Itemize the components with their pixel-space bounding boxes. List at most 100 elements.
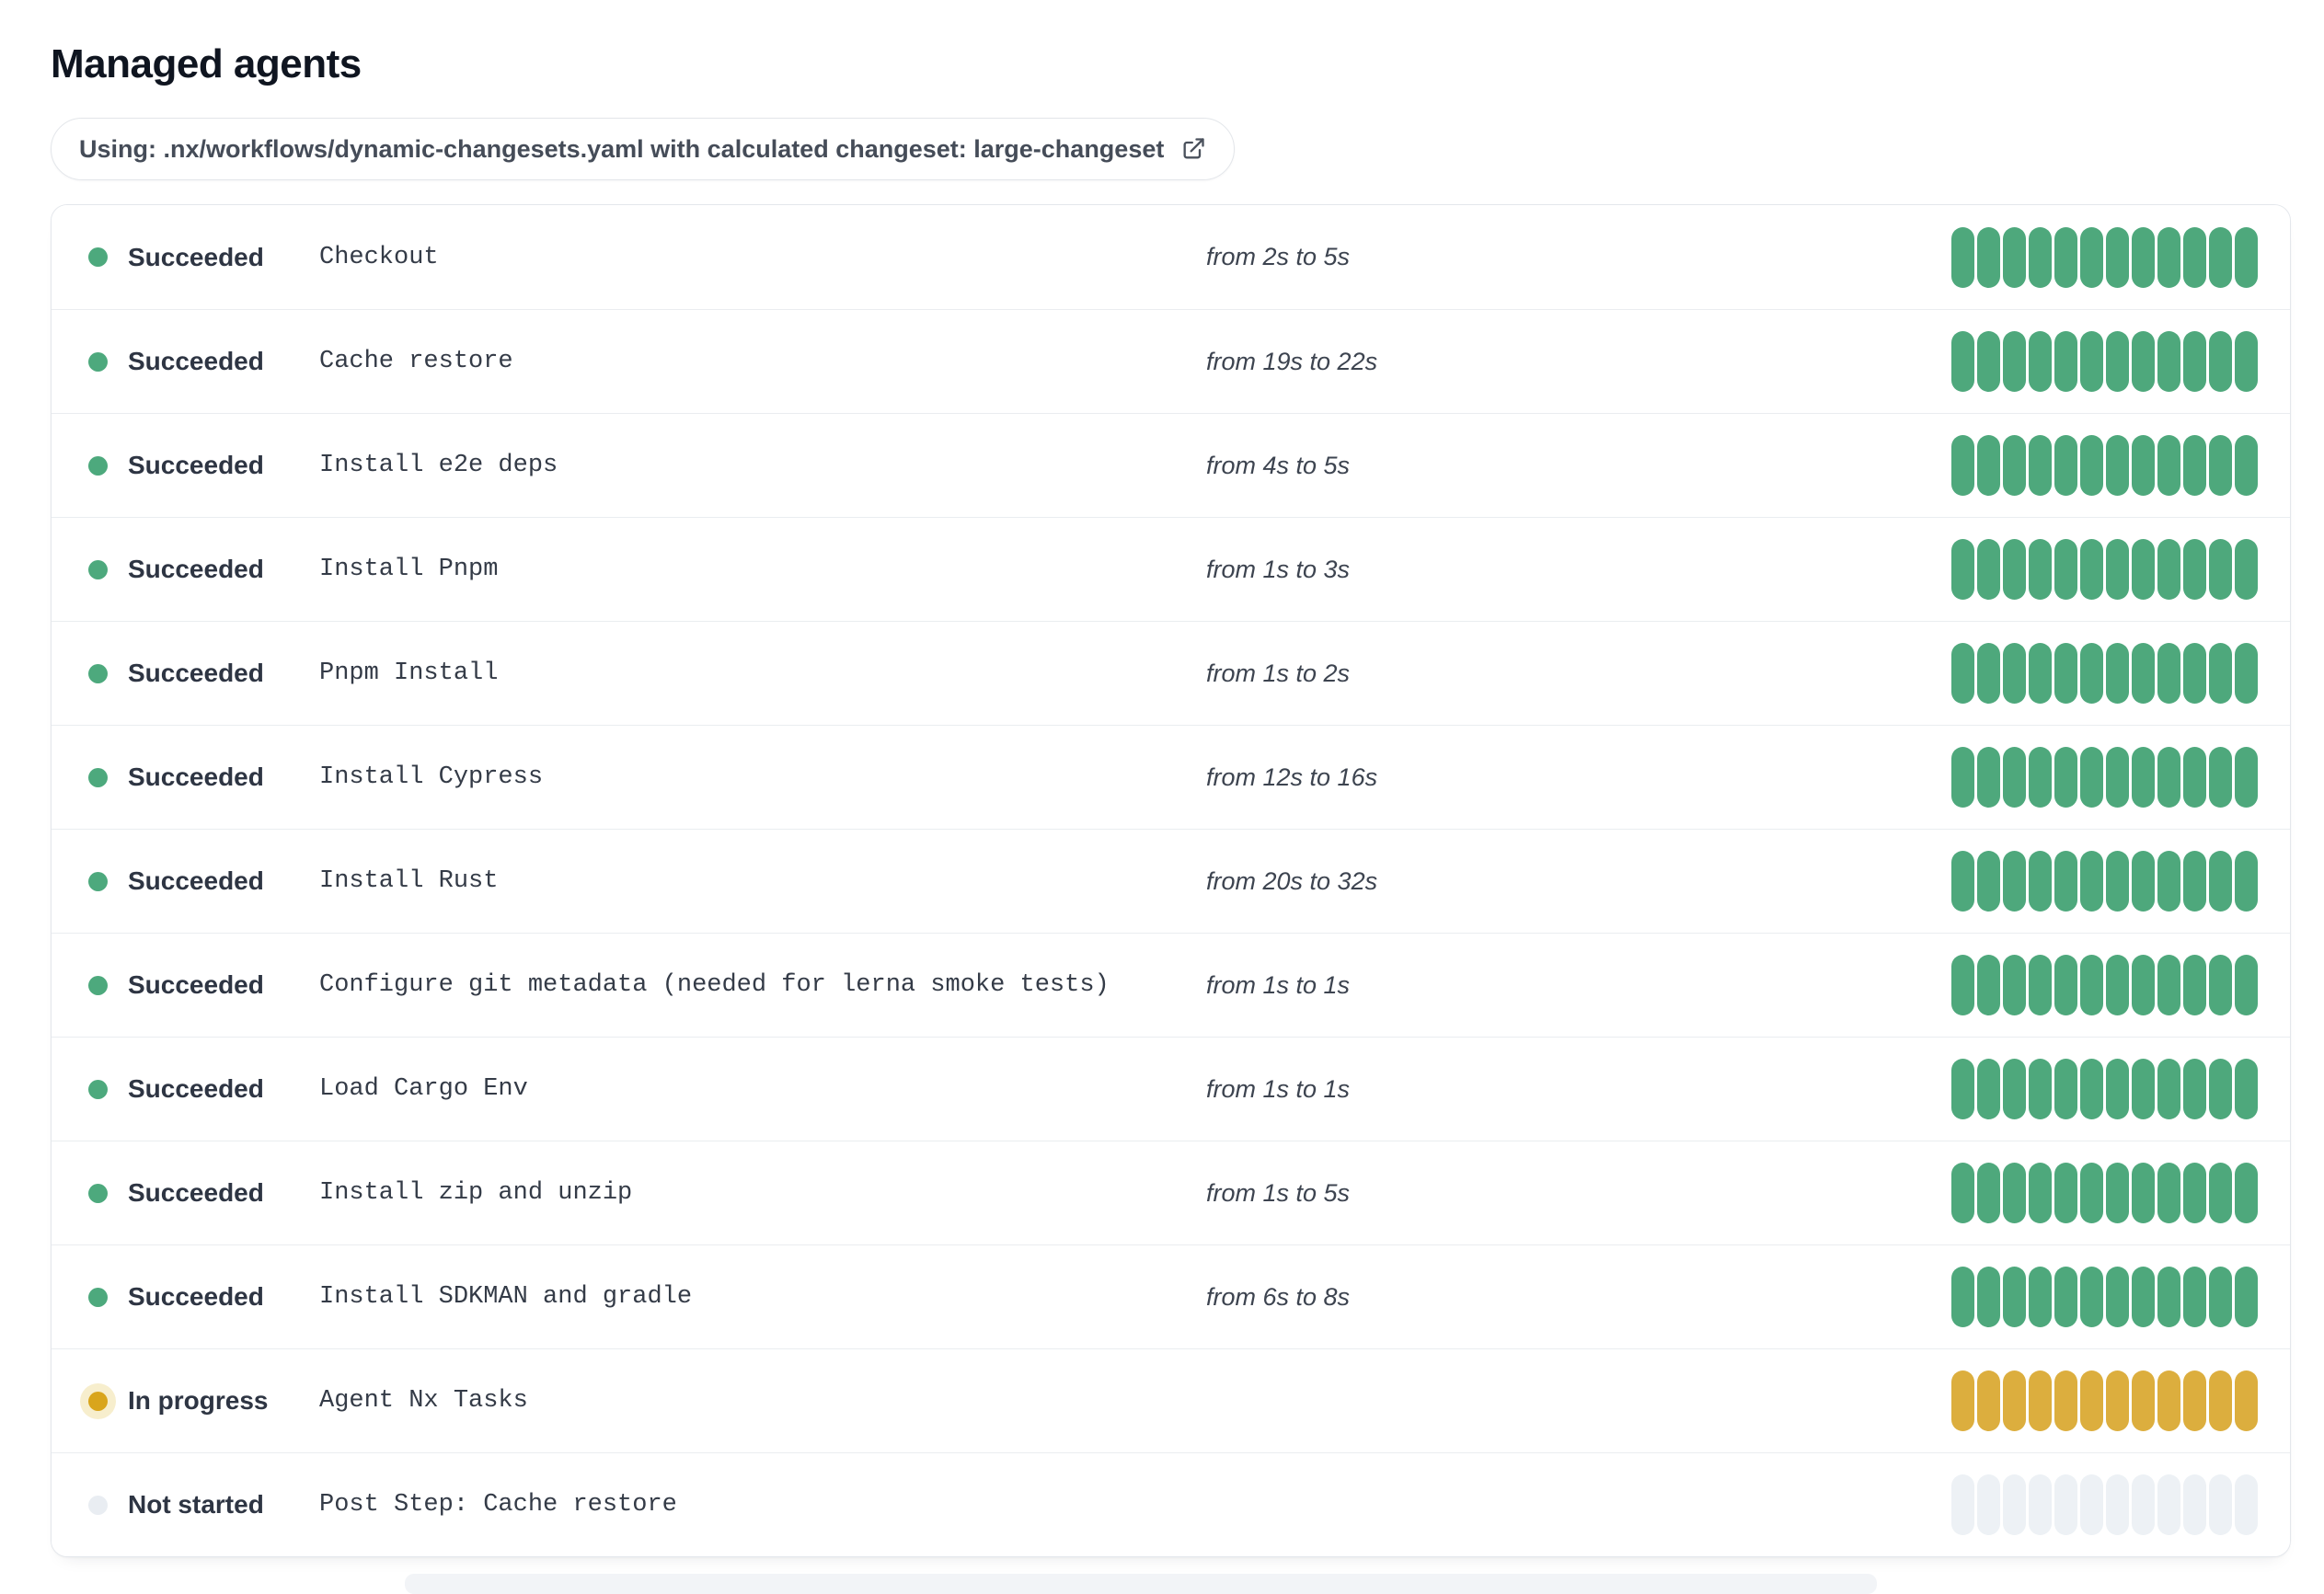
agent-bar [2029,1059,2052,1120]
agent-bar [1977,226,2000,288]
agent-bar [2054,955,2077,1016]
agent-step-row[interactable]: Succeeded Install SDKMAN and gradle from… [52,1244,2290,1349]
agent-bar [1951,226,1974,288]
status-label: Succeeded [128,347,264,376]
agent-bar [2080,1474,2103,1536]
agent-bar [1977,435,2000,497]
agent-activity-bars [1951,955,2258,1016]
agent-bar [2003,539,2026,601]
agent-step-row[interactable]: Succeeded Install e2e deps from 4s to 5s [52,413,2290,518]
agent-bar [2106,331,2129,393]
agent-bar [2132,1163,2155,1224]
agent-bar [1977,539,2000,601]
step-name: Install Cypress [319,763,544,792]
agent-bar [2209,1474,2232,1536]
agent-bar [1951,331,1974,393]
agent-bar [2029,747,2052,808]
agent-bar [2106,643,2129,705]
agent-bar [2209,1059,2232,1120]
agent-bar [2183,1474,2206,1536]
agent-bar [1977,1370,2000,1432]
agent-bar [2183,435,2206,497]
agent-bar [1951,955,1974,1016]
agent-step-row[interactable]: In progress Agent Nx Tasks [52,1348,2290,1453]
agent-bar [1951,643,1974,705]
agent-bar [2183,226,2206,288]
agent-bar [2235,1370,2258,1432]
agent-bar [2054,1163,2077,1224]
status-dot-icon [88,663,108,683]
agent-bar [1977,1474,2000,1536]
agent-bar [2054,747,2077,808]
agent-bar [2235,1474,2258,1536]
agent-bar [2209,747,2232,808]
agent-bar [2209,643,2232,705]
agent-step-row[interactable]: Succeeded Configure git metadata (needed… [52,933,2290,1038]
agent-step-row[interactable]: Succeeded Install Cypress from 12s to 16… [52,725,2290,830]
agent-step-row[interactable]: Succeeded Install Rust from 20s to 32s [52,829,2290,934]
managed-agents-page: Managed agents Using: .nx/workflows/dyna… [0,0,2324,1558]
agent-bar [2132,747,2155,808]
agent-bar [1977,851,2000,912]
workflow-banner[interactable]: Using: .nx/workflows/dynamic-changesets.… [51,118,1236,181]
agent-bar [2054,1474,2077,1536]
step-name: Install Pnpm [319,556,499,584]
status-dot-icon [88,247,108,268]
agent-bar [2106,1059,2129,1120]
agent-bar [2183,1163,2206,1224]
agent-bar [2106,851,2129,912]
agent-bar [1951,1370,1974,1432]
agents-list: Succeeded Checkout from 2s to 5s Succeed… [51,204,2291,1558]
agent-bar [2235,1267,2258,1328]
agent-bar [2132,1267,2155,1328]
agent-bar [2183,747,2206,808]
agent-step-row[interactable]: Succeeded Load Cargo Env from 1s to 1s [52,1037,2290,1141]
agent-bar [2080,1370,2103,1432]
agent-bar [2003,1474,2026,1536]
step-duration: from 20s to 32s [1206,866,1378,895]
agent-activity-bars [1951,226,2258,288]
agent-step-row[interactable]: Succeeded Install Pnpm from 1s to 3s [52,517,2290,622]
agent-step-row[interactable]: Succeeded Install zip and unzip from 1s … [52,1141,2290,1245]
agent-bar [2157,226,2180,288]
step-name: Post Step: Cache restore [319,1491,677,1519]
agent-bar [2183,1370,2206,1432]
agent-step-row[interactable]: Not started Post Step: Cache restore [52,1452,2290,1557]
status-label: Succeeded [128,451,264,480]
agent-bar [2132,226,2155,288]
agent-step-row[interactable]: Succeeded Pnpm Install from 1s to 2s [52,621,2290,726]
agent-bar [2132,1474,2155,1536]
agent-bar [2235,539,2258,601]
agent-bar [2029,1370,2052,1432]
agent-bar [2157,435,2180,497]
agent-bar [2080,226,2103,288]
step-duration: from 1s to 1s [1206,1074,1351,1103]
agent-bar [2209,539,2232,601]
external-link-icon[interactable] [1180,136,1206,162]
agent-bar [2106,226,2129,288]
step-name: Install Rust [319,867,499,896]
agent-bar [2054,1267,2077,1328]
status-label: Succeeded [128,866,264,896]
status-dot-icon [88,1391,108,1411]
agent-bar [2235,435,2258,497]
status-label: In progress [128,1386,269,1416]
agent-bar [2235,226,2258,288]
agent-step-row[interactable]: Succeeded Cache restore from 19s to 22s [52,309,2290,414]
status-dot-icon [88,871,108,891]
step-duration: from 1s to 1s [1206,970,1351,999]
status-dot-icon [88,455,108,476]
agent-bar [2157,1267,2180,1328]
agent-bar [1977,643,2000,705]
agent-bar [2235,643,2258,705]
step-name: Install e2e deps [319,452,558,480]
agent-bar [2003,331,2026,393]
agent-bar [2029,539,2052,601]
agent-bar [2235,331,2258,393]
agent-bar [1951,1163,1974,1224]
agent-bar [2080,747,2103,808]
agent-bar [2235,851,2258,912]
agent-step-row[interactable]: Succeeded Checkout from 2s to 5s [52,205,2290,310]
agent-bar [2106,955,2129,1016]
agent-activity-bars [1951,1370,2258,1432]
